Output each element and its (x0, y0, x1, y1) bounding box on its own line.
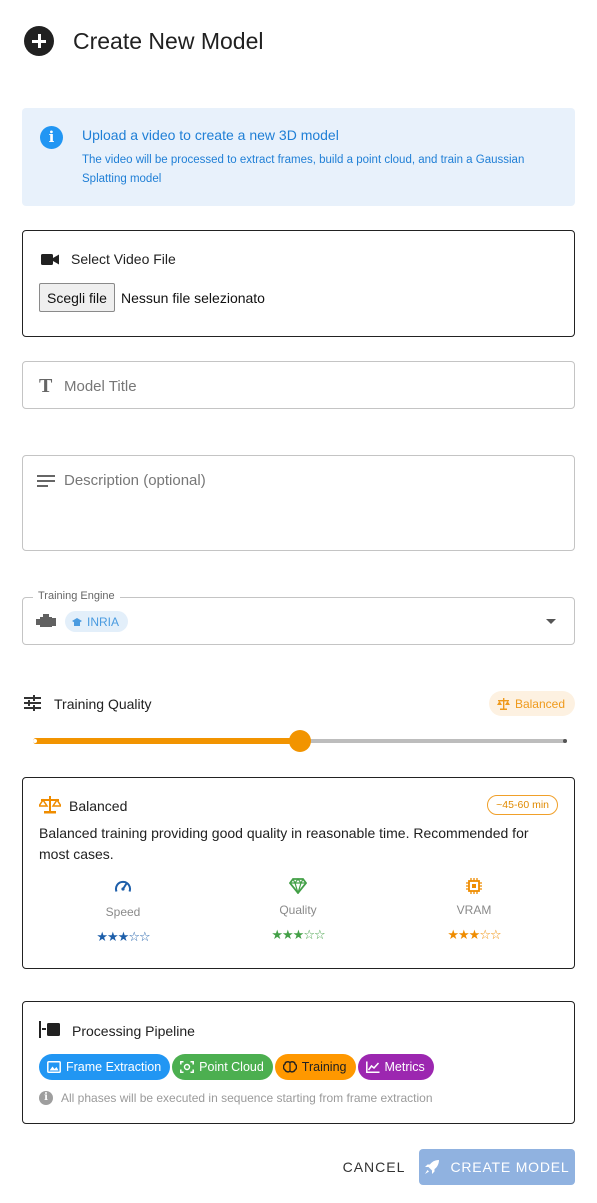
cancel-button[interactable]: CANCEL (340, 1149, 408, 1185)
phase-chip-metrics: Metrics (357, 1054, 434, 1080)
info-icon: i (40, 126, 63, 149)
speed-rating-stars: ★★★☆☆ (96, 929, 150, 944)
dropdown-arrow-icon[interactable] (546, 619, 556, 624)
preset-details-card: Balanced ~45-60 min Balanced training pr… (22, 777, 575, 969)
video-file-label: Select Video File (71, 251, 176, 267)
info-icon: i (39, 1091, 53, 1105)
metric-label: VRAM (456, 903, 492, 917)
tune-icon (24, 695, 41, 711)
metric-speed: Speed ★★★☆☆ (63, 878, 183, 945)
file-status-text: Nessun file selezionato (121, 290, 265, 306)
training-quality-label: Training Quality (54, 696, 152, 712)
processing-pipeline-card: Processing Pipeline Frame Extraction Poi… (22, 1001, 575, 1124)
training-quality-slider[interactable] (33, 729, 567, 753)
description-placeholder: Description (optional) (64, 472, 206, 489)
metric-label: Speed (105, 905, 141, 919)
info-alert: i Upload a video to create a new 3D mode… (22, 108, 575, 206)
quality-badge-label: Balanced (514, 696, 565, 711)
diamond-icon (289, 878, 307, 894)
metric-quality: Quality ★★★☆☆ (238, 878, 358, 943)
phase-chip-training: Training (274, 1054, 356, 1080)
title-icon: T (39, 375, 53, 397)
phase-label: Training (301, 1060, 347, 1074)
metric-vram: VRAM ★★★☆☆ (414, 878, 534, 943)
engine-chip-inria: INRIA (65, 611, 129, 632)
balance-icon (39, 796, 61, 814)
speedometer-icon (115, 880, 131, 892)
page-title: Create New Model (73, 27, 264, 54)
engine-chip-label: INRIA (87, 614, 120, 629)
slider-mark-start (33, 739, 37, 743)
rocket-icon (425, 1160, 440, 1174)
training-engine-label: Training Engine (33, 590, 120, 602)
page-header: Create New Model (24, 26, 263, 56)
phase-label: Frame Extraction (66, 1060, 162, 1074)
scan-icon (180, 1061, 195, 1073)
slider-track (33, 738, 300, 744)
metric-label: Quality (279, 903, 317, 917)
quality-badge: Balanced (488, 691, 575, 716)
engine-icon (36, 614, 56, 627)
info-title: Upload a video to create a new 3D model (82, 127, 339, 143)
pipeline-note-text: All phases will be executed in sequence … (61, 1091, 433, 1105)
quality-rating-stars: ★★★☆☆ (271, 927, 325, 942)
pipeline-note: i All phases will be executed in sequenc… (39, 1091, 433, 1105)
timeline-icon (39, 1021, 60, 1038)
chip-icon (466, 878, 482, 894)
vram-rating-stars: ★★★☆☆ (447, 927, 501, 942)
preset-description: Balanced training providing good quality… (39, 825, 529, 862)
balance-icon (496, 697, 510, 710)
school-icon (72, 617, 82, 626)
model-title-placeholder: Model Title (64, 378, 137, 395)
choose-file-button[interactable]: Scegli file (39, 283, 115, 312)
pipeline-phases: Frame Extraction Point Cloud Training Me… (39, 1054, 436, 1080)
image-icon (47, 1061, 61, 1073)
brain-icon (282, 1061, 297, 1073)
training-quality-row: Training Quality Balanced (22, 690, 575, 718)
videocam-icon (41, 254, 59, 265)
create-model-label: CREATE MODEL (450, 1159, 570, 1175)
description-field[interactable]: Description (optional) (22, 455, 575, 551)
time-estimate-chip: ~45-60 min (487, 795, 558, 815)
pipeline-title: Processing Pipeline (72, 1023, 195, 1039)
phase-chip-frame-extraction: Frame Extraction (39, 1054, 171, 1080)
slider-thumb[interactable] (289, 730, 311, 752)
phase-label: Metrics (384, 1060, 425, 1074)
model-title-field[interactable]: T Model Title (22, 361, 575, 409)
slider-mark-end (563, 739, 567, 743)
preset-name: Balanced (69, 798, 128, 814)
info-text: The video will be processed to extract f… (82, 154, 525, 185)
chart-line-icon (365, 1061, 379, 1073)
add-circle-icon (24, 26, 54, 56)
training-engine-select[interactable]: Training Engine INRIA (22, 590, 575, 645)
video-file-section: Select Video File Scegli file Nessun fil… (22, 230, 575, 337)
notes-icon (37, 475, 55, 487)
create-model-button[interactable]: CREATE MODEL (419, 1149, 575, 1185)
phase-chip-point-cloud: Point Cloud (172, 1054, 273, 1080)
phase-label: Point Cloud (199, 1060, 264, 1074)
